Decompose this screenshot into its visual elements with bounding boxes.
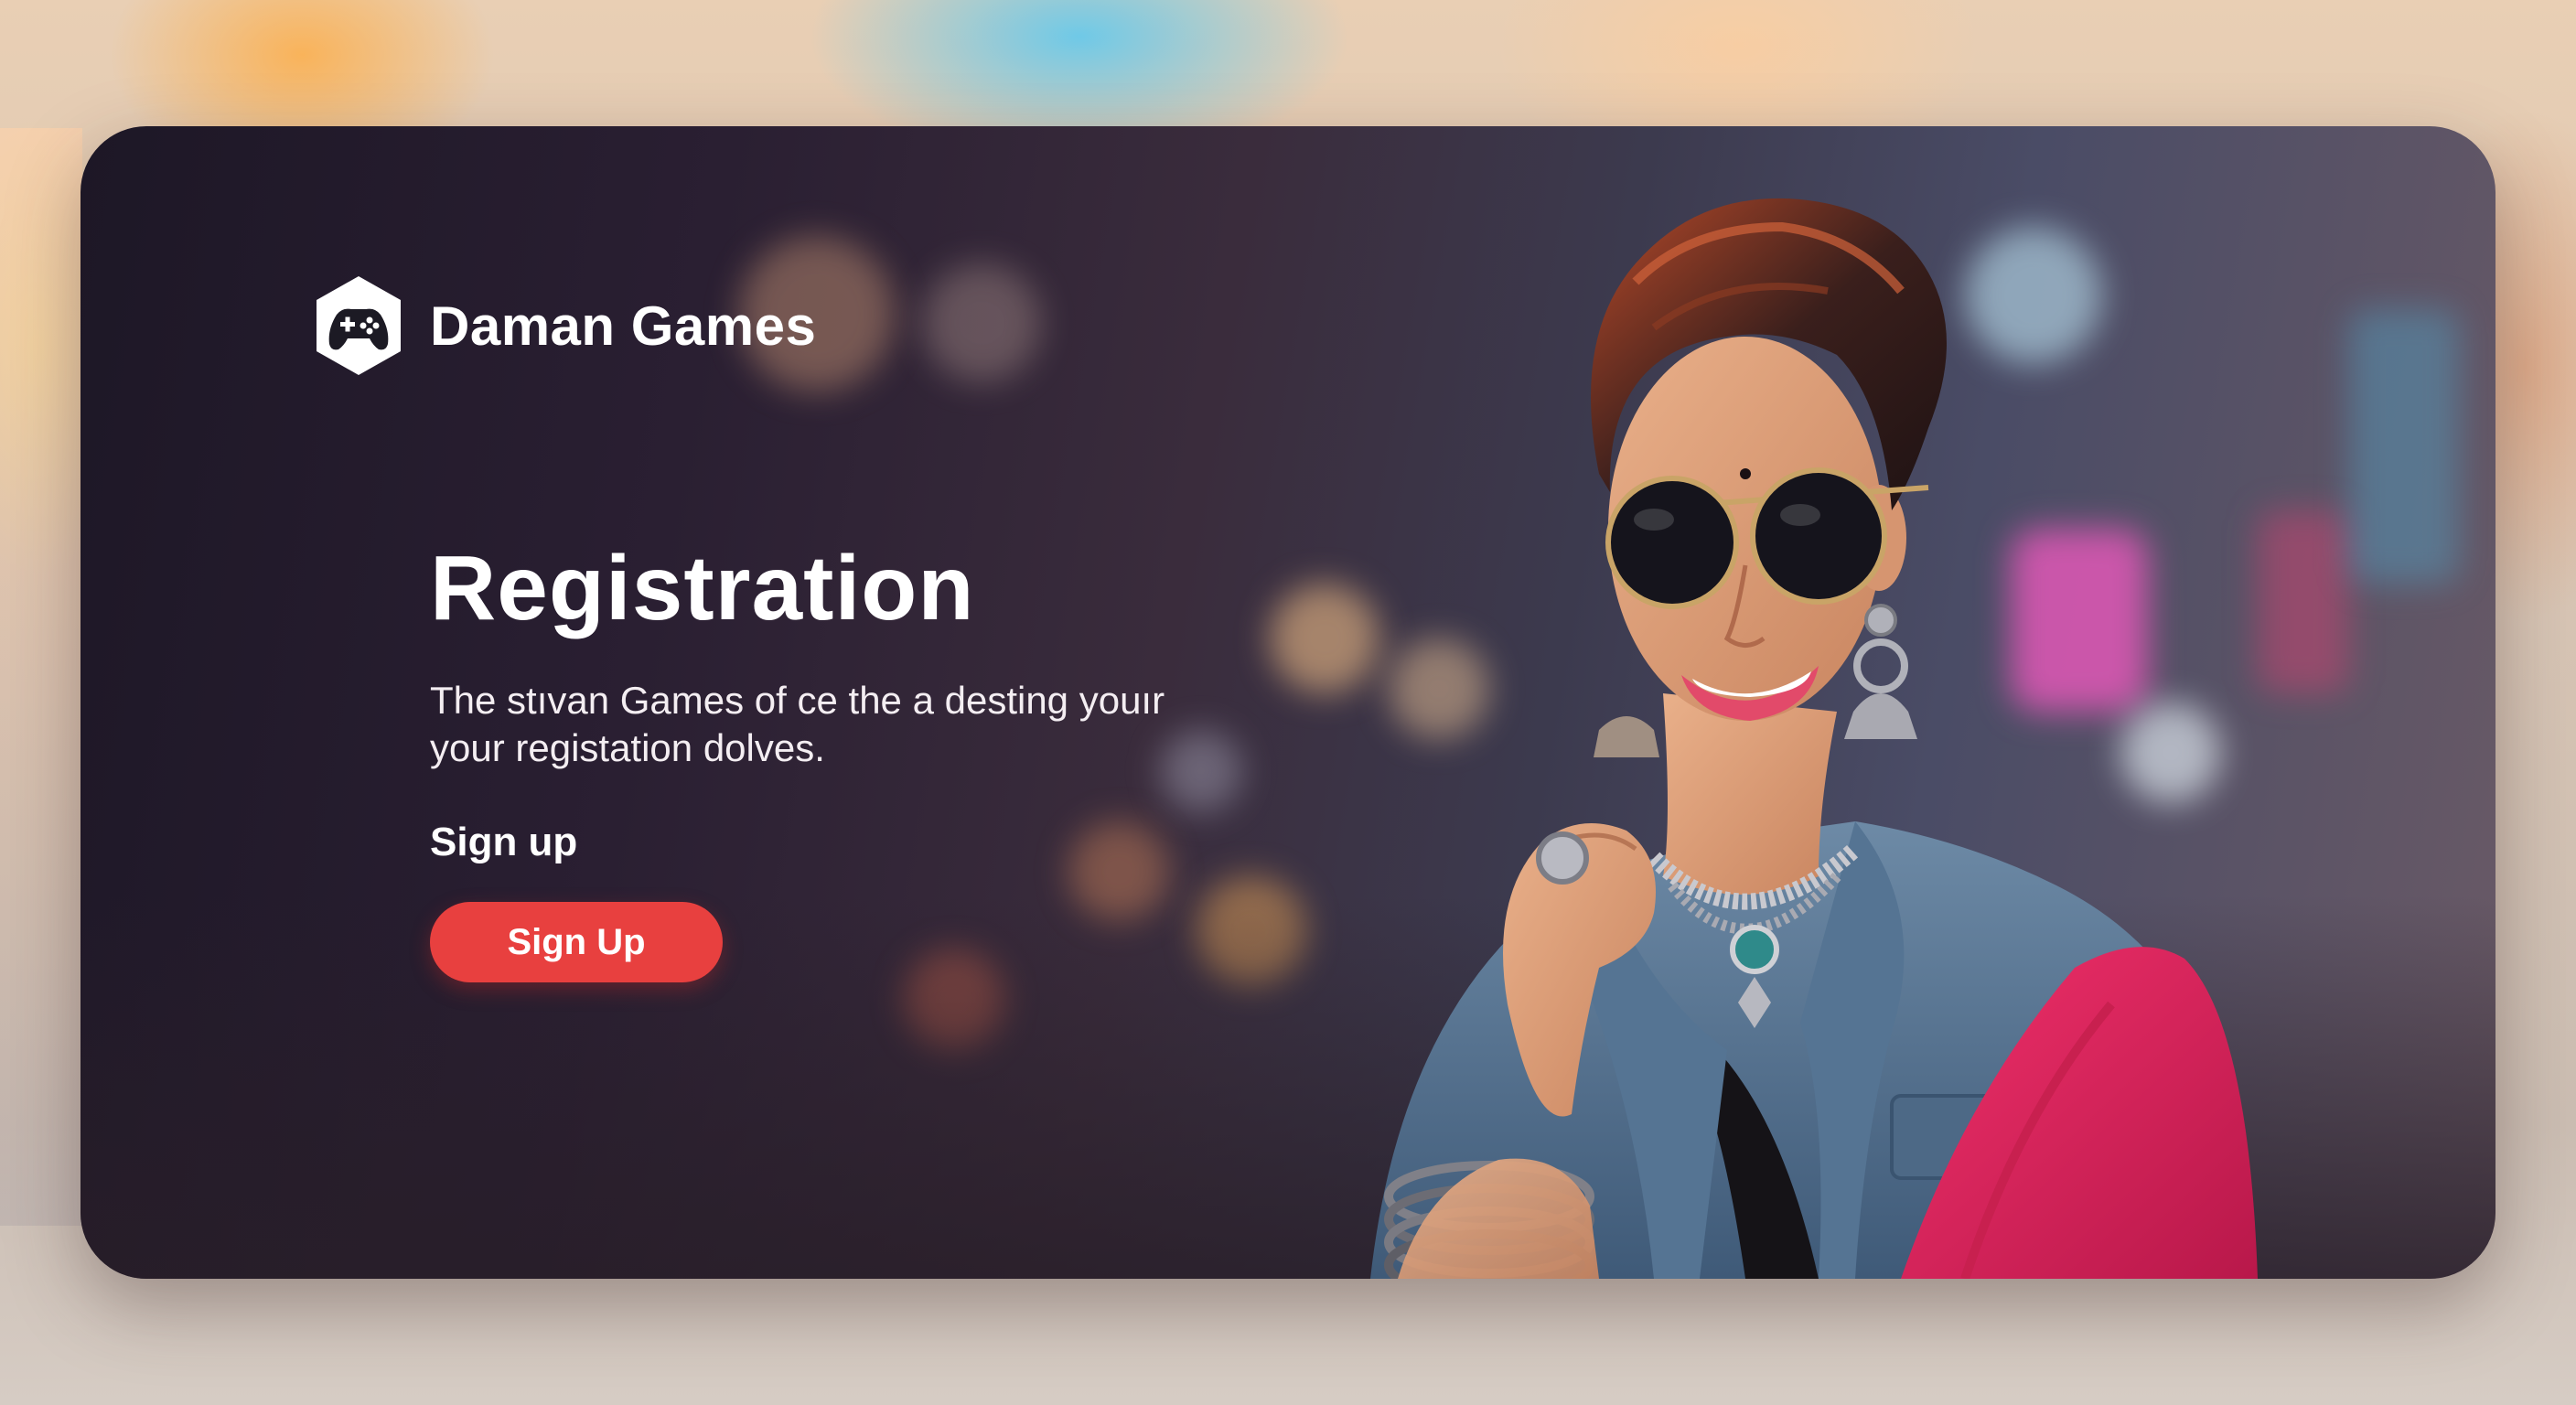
page-title: Registration	[430, 537, 975, 639]
woman-with-sunglasses-illustration	[1370, 198, 2258, 1279]
hero-content: Registration The stıvan Games of ce the …	[430, 538, 1253, 982]
background-blur-left	[0, 128, 82, 1226]
brand-name: Daman Games	[430, 295, 817, 357]
registration-card: Daman Games Registration The stıvan Game…	[80, 126, 2496, 1279]
hero-description: The stıvan Games of ce the a desting you…	[430, 679, 1165, 769]
gamepad-icon	[309, 273, 408, 379]
sign-up-button[interactable]: Sign Up	[430, 902, 723, 982]
bokeh-light	[922, 263, 1041, 382]
signup-subheading: Sign up	[430, 820, 578, 864]
brand-logo[interactable]: Daman Games	[309, 273, 816, 379]
